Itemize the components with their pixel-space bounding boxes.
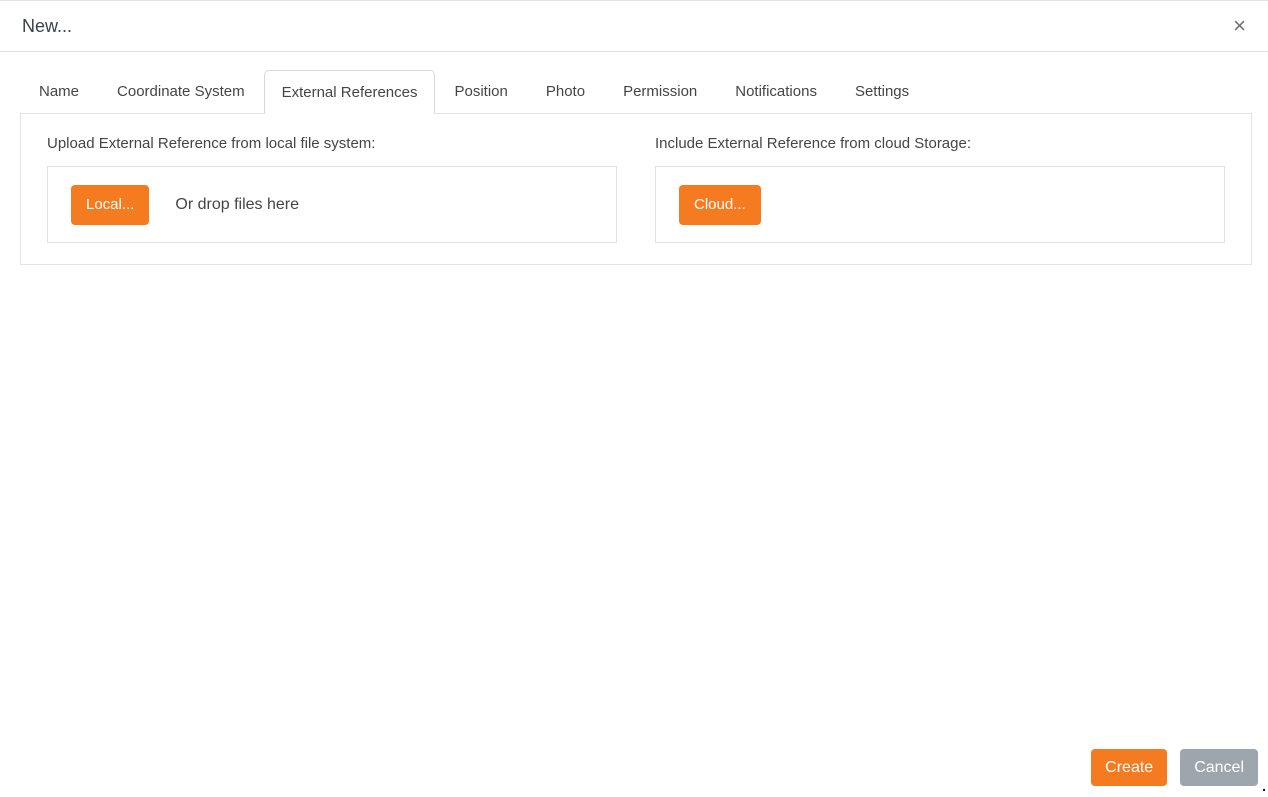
tab-coordinate-system[interactable]: Coordinate System	[98, 71, 264, 113]
close-icon[interactable]: ×	[1227, 13, 1252, 39]
dialog-title: New...	[22, 16, 1227, 37]
tab-permission[interactable]: Permission	[604, 71, 716, 113]
local-drop-zone[interactable]: Local... Or drop files here	[47, 166, 617, 243]
tab-external-references[interactable]: External References	[264, 70, 436, 114]
local-upload-label: Upload External Reference from local fil…	[47, 135, 617, 152]
tab-name[interactable]: Name	[20, 71, 98, 113]
dialog-header: New... ×	[0, 1, 1268, 52]
cloud-box: Cloud...	[655, 166, 1225, 243]
cancel-button[interactable]: Cancel	[1180, 749, 1258, 786]
drop-files-hint: Or drop files here	[175, 196, 299, 214]
local-button[interactable]: Local...	[71, 185, 149, 225]
create-button[interactable]: Create	[1091, 749, 1167, 786]
new-dialog: New... × Name Coordinate System External…	[0, 0, 1268, 797]
cloud-include-section: Include External Reference from cloud St…	[636, 135, 1251, 264]
tab-bar: Name Coordinate System External Referenc…	[20, 69, 1252, 113]
tab-settings[interactable]: Settings	[836, 71, 928, 113]
external-references-panel: Upload External Reference from local fil…	[20, 113, 1252, 265]
cloud-button[interactable]: Cloud...	[679, 185, 761, 225]
artifact-dot: .	[1262, 779, 1266, 793]
tab-photo[interactable]: Photo	[527, 71, 604, 113]
tab-notifications[interactable]: Notifications	[716, 71, 836, 113]
tab-position[interactable]: Position	[435, 71, 526, 113]
cloud-include-label: Include External Reference from cloud St…	[655, 135, 1225, 152]
dialog-footer: Create Cancel	[1091, 749, 1258, 786]
local-upload-section: Upload External Reference from local fil…	[21, 135, 636, 264]
